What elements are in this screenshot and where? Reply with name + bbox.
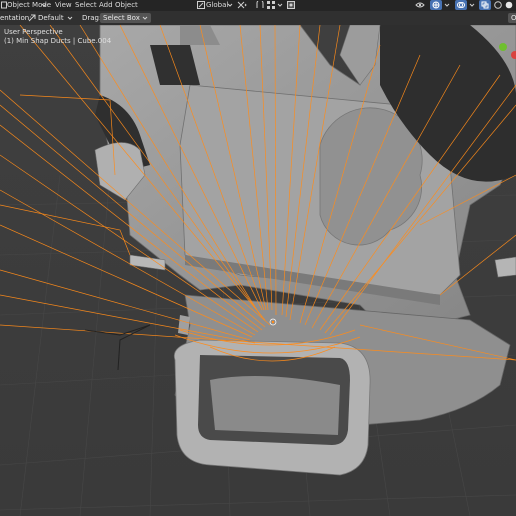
drag-label: Drag: (82, 14, 102, 22)
proportional-icon[interactable] (287, 1, 295, 11)
chevron-down-icon (444, 2, 450, 10)
chevron-down-icon (469, 2, 475, 10)
options-button[interactable]: O (508, 13, 516, 23)
drag-dropdown[interactable]: Select Box (100, 13, 152, 23)
object-info: (1) Min Shap Ducts | Cube.004 (4, 37, 112, 45)
chevron-down-icon (277, 2, 283, 10)
view-name: User Perspective (4, 28, 63, 36)
shading-solid-icon[interactable] (505, 1, 513, 11)
shading-wire-icon[interactable] (494, 1, 502, 11)
transform-pivot-icon[interactable] (237, 1, 247, 11)
tool-settings-bar: entation: Default Drag: Select Box O (0, 11, 516, 25)
transform-orientation-dropdown[interactable]: Global (206, 1, 228, 10)
gizmo-icon[interactable] (430, 0, 442, 10)
drag-value: Select Box (103, 14, 140, 22)
orientation-dropdown[interactable]: Default (38, 14, 64, 22)
3d-viewport[interactable]: User Perspective (1) Min Shap Ducts | Cu… (0, 25, 516, 516)
xray-icon[interactable] (479, 0, 491, 10)
viewport-info: User Perspective (1) Min Shap Ducts | Cu… (4, 28, 111, 46)
visibility-icon[interactable] (415, 1, 425, 11)
chevron-down-icon (227, 2, 233, 10)
chevron-down-icon (41, 2, 47, 10)
menu-add[interactable]: Add (99, 1, 113, 10)
menu-view[interactable]: View (55, 1, 72, 10)
orientation-icon (28, 14, 36, 24)
snap-icon[interactable] (256, 0, 264, 11)
snap-target-icon[interactable] (267, 1, 275, 11)
header-bar: Object Mode View Select Add Object Globa… (0, 0, 516, 11)
menu-object[interactable]: Object (115, 1, 138, 10)
chevron-down-icon (67, 15, 73, 23)
transform-orientation-icon (197, 1, 205, 11)
orientation-label: entation: (0, 14, 32, 22)
menu-select[interactable]: Select (75, 1, 97, 10)
overlay-icon[interactable] (455, 0, 467, 10)
